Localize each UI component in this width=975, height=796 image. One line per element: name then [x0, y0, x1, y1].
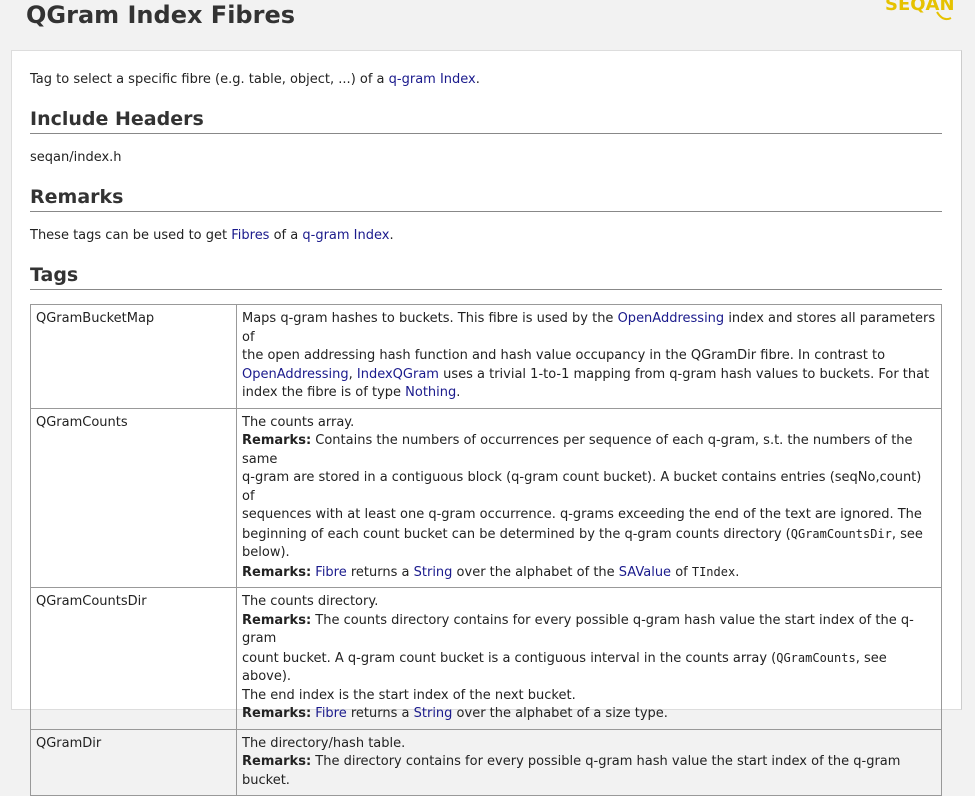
tag-description: The directory/hash table. Remarks: The d…	[236, 728, 942, 796]
tag-name: QGramBucketMap	[30, 304, 237, 409]
tag-name: QGramCountsDir	[30, 587, 237, 730]
seqan-logo[interactable]: SEQAN	[881, 0, 961, 24]
table-row: QGramCounts The counts array. Remarks: C…	[30, 407, 942, 588]
table-row: QGramCountsDir The counts directory. Rem…	[30, 587, 942, 730]
qgram-index-link[interactable]: q-gram Index	[389, 72, 476, 87]
include-headers-heading: Include Headers	[30, 107, 942, 134]
openaddressing-link[interactable]: OpenAddressing	[618, 311, 725, 326]
indexqgram-link[interactable]: IndexQGram	[357, 367, 439, 382]
tags-heading: Tags	[30, 263, 942, 290]
page-header: QGram Index Fibres SEQAN	[0, 0, 975, 44]
remarks-heading: Remarks	[30, 185, 942, 212]
tag-description: The counts directory. Remarks: The count…	[236, 587, 942, 730]
string-link-2[interactable]: String	[414, 706, 453, 721]
fibre-link-2[interactable]: Fibre	[315, 706, 346, 721]
remarks-text: These tags can be used to get Fibres of …	[30, 228, 394, 243]
savalue-link[interactable]: SAValue	[619, 565, 671, 580]
svg-text:SEQAN: SEQAN	[885, 0, 955, 15]
tags-table: QGramBucketMap Maps q-gram hashes to buc…	[30, 304, 942, 796]
tag-name: QGramDir	[30, 728, 237, 796]
tag-description: The counts array. Remarks: Contains the …	[236, 407, 942, 588]
openaddressing-link-2[interactable]: OpenAddressing	[242, 367, 349, 382]
fibres-link[interactable]: Fibres	[231, 228, 269, 243]
content-panel: Tag to select a specific fibre (e.g. tab…	[11, 50, 962, 796]
table-row: QGramBucketMap Maps q-gram hashes to buc…	[30, 304, 942, 409]
nothing-link[interactable]: Nothing	[405, 385, 456, 400]
header-file: seqan/index.h	[30, 150, 122, 165]
page-title: QGram Index Fibres	[26, 1, 296, 29]
table-row: QGramDir The directory/hash table. Remar…	[30, 728, 942, 796]
string-link[interactable]: String	[414, 565, 453, 580]
fibre-link[interactable]: Fibre	[315, 565, 346, 580]
qgram-index-link-2[interactable]: q-gram Index	[302, 228, 389, 243]
intro-text: Tag to select a specific fibre (e.g. tab…	[30, 72, 480, 87]
tag-description: Maps q-gram hashes to buckets. This fibr…	[236, 304, 942, 409]
tag-name: QGramCounts	[30, 407, 237, 588]
